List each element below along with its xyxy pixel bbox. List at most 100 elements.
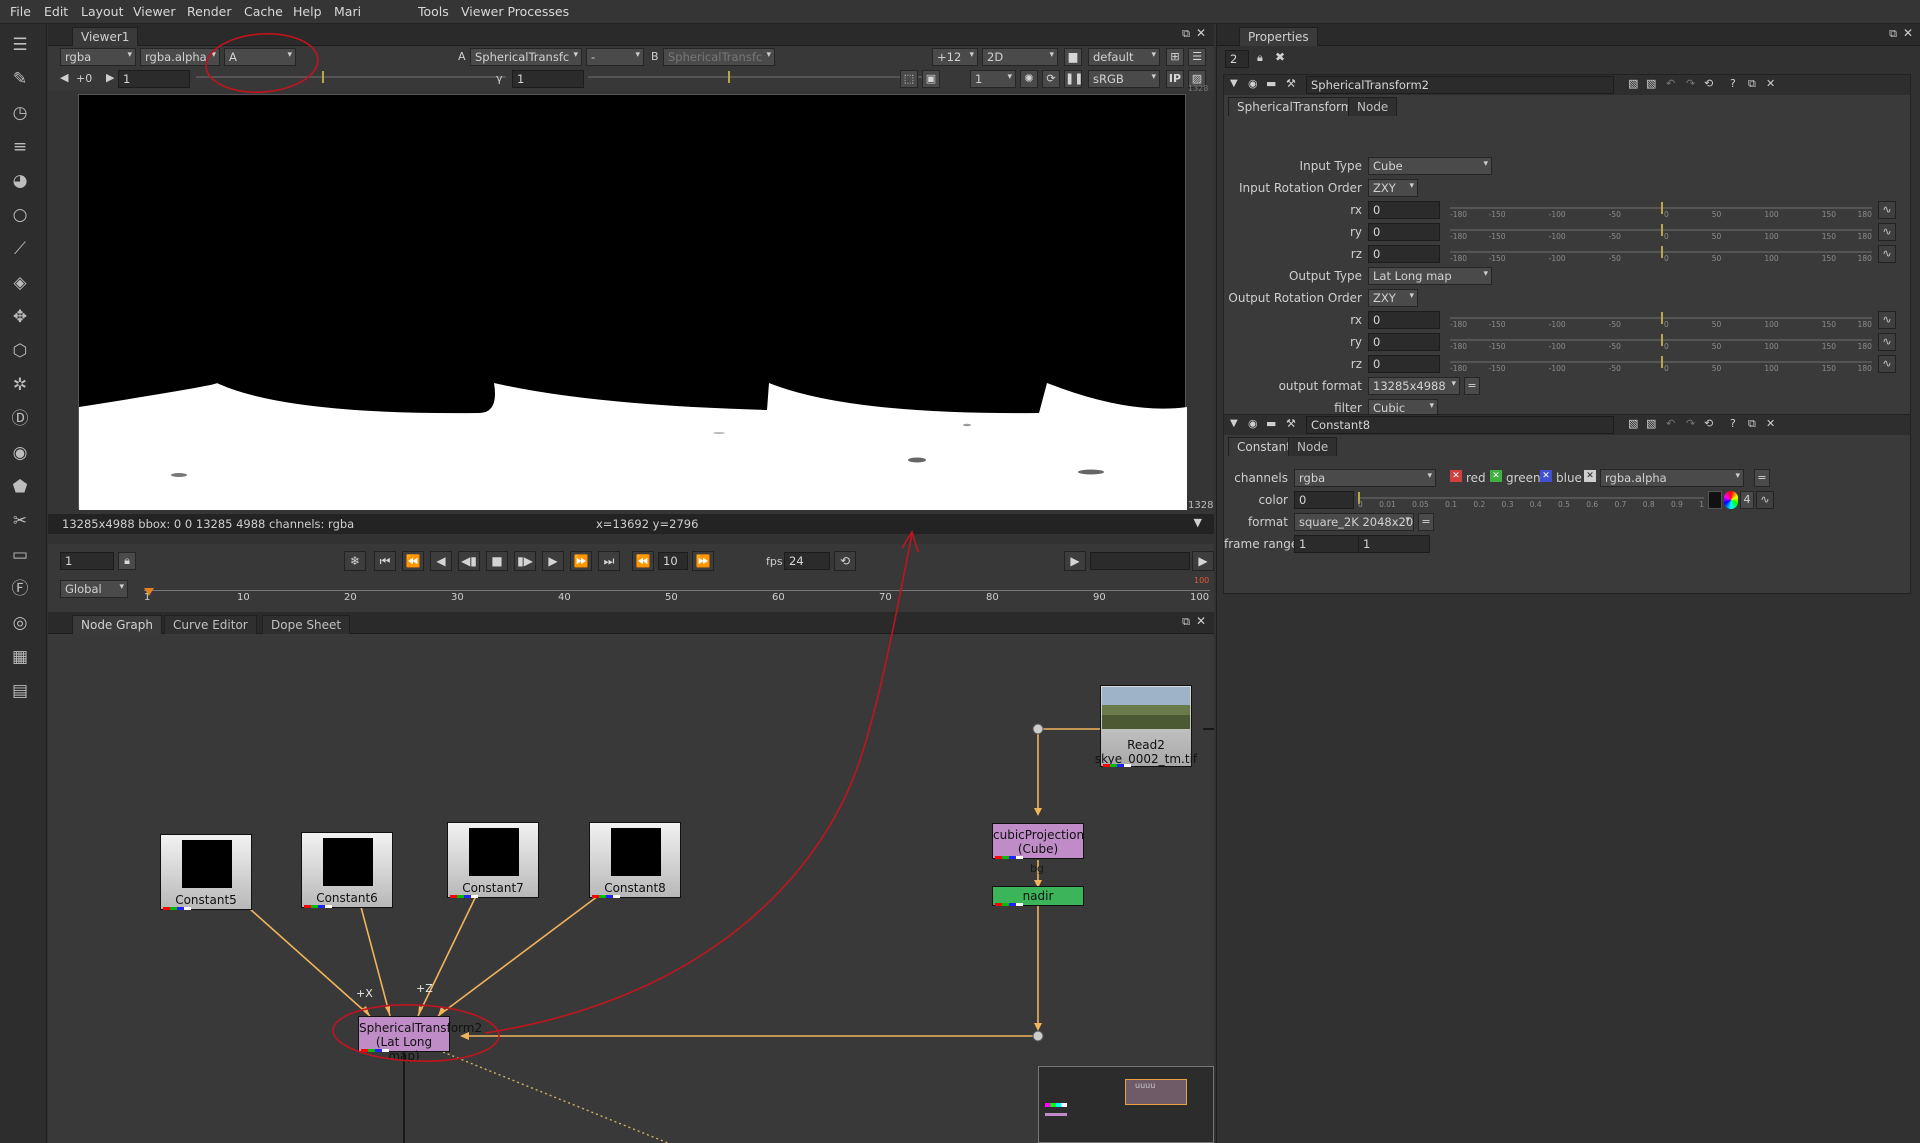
rx-field[interactable]: 0 xyxy=(1368,201,1440,219)
3d-tool-icon[interactable]: ⬡ xyxy=(9,340,31,362)
menu-file[interactable]: File xyxy=(10,4,31,19)
merge-tool-icon[interactable]: ◈ xyxy=(9,272,31,294)
tab-sphericaltransform[interactable]: SphericalTransform xyxy=(1228,97,1362,116)
close-icon[interactable]: ✕ xyxy=(1766,417,1775,430)
node-mask-icon[interactable]: ◉ xyxy=(1248,77,1258,90)
play-forward-icon[interactable]: ▶ xyxy=(542,551,564,571)
timeline-ruler[interactable]: 1 10 20 30 40 50 60 70 80 90 100 100 xyxy=(144,574,1210,604)
loop-icon[interactable]: ⟲ xyxy=(834,551,856,571)
menu-cache[interactable]: Cache xyxy=(244,4,283,19)
undo-icon[interactable]: ↶ xyxy=(1666,77,1675,90)
tab-node-graph[interactable]: Node Graph xyxy=(72,615,162,634)
node-nadir[interactable]: nadir xyxy=(992,886,1084,906)
animation-curve-icon[interactable]: ∿ xyxy=(1878,355,1896,373)
rz-field[interactable]: 0 xyxy=(1368,245,1440,263)
color-field[interactable]: 0 xyxy=(1294,491,1354,509)
output-rz-slider[interactable]: -180 -150 -100 -50 0 50 100 150 180 xyxy=(1450,355,1872,373)
particles-tool-icon[interactable]: ✲ xyxy=(9,374,31,396)
wrench-icon[interactable]: ⚒ xyxy=(1286,417,1296,430)
colorspace-dropdown[interactable]: sRGB xyxy=(1088,70,1160,88)
range-mode-dropdown[interactable]: Global xyxy=(60,580,128,598)
font-color-icon[interactable]: ▧ xyxy=(1646,417,1656,430)
viewer-image[interactable] xyxy=(78,94,1187,510)
first-frame-icon[interactable]: ⏮ xyxy=(374,551,396,571)
zoom-dropdown[interactable]: +12 xyxy=(932,48,978,66)
node-read2[interactable]: Read2 skye_0002_tm.tif xyxy=(1095,685,1197,767)
alpha-checkbox[interactable]: ✕ xyxy=(1584,470,1596,482)
float-icon[interactable]: ⧉ xyxy=(1182,615,1190,629)
gain-increment-icon[interactable]: ▶ xyxy=(106,71,114,84)
gain-slider[interactable] xyxy=(196,70,506,88)
tab-node[interactable]: Node xyxy=(1348,97,1398,116)
node-graph-navigator[interactable]: uuuu xyxy=(1038,1066,1214,1143)
camera-icon[interactable]: ▆ xyxy=(1064,48,1082,66)
tab-node[interactable]: Node xyxy=(1288,437,1338,456)
menu-viewer-processes[interactable]: Viewer Processes xyxy=(461,4,569,19)
other-tool-icon[interactable]: ▭ xyxy=(9,544,31,566)
play-backward-icon[interactable]: ◀ xyxy=(430,551,452,571)
stop-icon[interactable]: ■ xyxy=(486,551,508,571)
tab-dope-sheet[interactable]: Dope Sheet xyxy=(262,615,351,634)
input-type-dropdown[interactable]: Cube xyxy=(1368,157,1492,175)
step-forward-icon[interactable]: ▮▶ xyxy=(514,551,536,571)
deep-tool-icon[interactable]: Ⓓ xyxy=(9,408,31,430)
ry-field[interactable]: 0 xyxy=(1368,223,1440,241)
close-icon[interactable]: ✕ xyxy=(1766,77,1775,90)
rz-slider[interactable]: -180 -150 -100 -50 0 50 100 150 180 xyxy=(1450,245,1872,263)
ry-slider[interactable]: -180 -150 -100 -50 0 50 100 150 180 xyxy=(1450,223,1872,241)
toolsets-icon[interactable]: ✂ xyxy=(9,510,31,532)
last-frame-icon[interactable]: ⏭ xyxy=(598,551,620,571)
tab-curve-editor[interactable]: Curve Editor xyxy=(164,615,257,634)
gamma-field[interactable]: 1 xyxy=(512,70,584,88)
rx-slider[interactable]: -180 -150 -100 -50 0 50 100 150 180 xyxy=(1450,201,1872,219)
output-rx-field[interactable]: 0 xyxy=(1368,311,1440,329)
color-channel-count-button[interactable]: 4 xyxy=(1740,491,1754,509)
output-type-dropdown[interactable]: Lat Long map xyxy=(1368,267,1492,285)
gain-decrement-icon[interactable]: ◀ xyxy=(60,71,68,84)
next-keyframe-icon[interactable]: ⏩ xyxy=(570,551,592,571)
menu-viewer[interactable]: Viewer xyxy=(133,4,176,19)
alpha-channel-dropdown[interactable]: rgba.alpha xyxy=(1600,469,1744,487)
input-process-button[interactable]: IP xyxy=(1166,70,1184,88)
animation-curve-icon[interactable]: ∿ xyxy=(1878,311,1896,329)
plugins-tool-icon[interactable]: ▦ xyxy=(9,646,31,668)
keyer-tool-icon[interactable]: ⟋ xyxy=(9,238,31,260)
revert-icon[interactable]: ⟲ xyxy=(1704,77,1713,90)
color-tool-icon[interactable]: ◕ xyxy=(9,170,31,192)
format-dropdown[interactable]: square_2K 2048x2048 xyxy=(1294,513,1414,531)
float-icon[interactable]: ⧉ xyxy=(1748,77,1756,91)
red-checkbox[interactable]: ✕ xyxy=(1450,470,1462,482)
redo-icon[interactable]: ↷ xyxy=(1686,77,1695,90)
node-name-field[interactable]: Constant8 xyxy=(1306,416,1614,434)
revert-icon[interactable]: ⟲ xyxy=(1704,417,1713,430)
help-icon[interactable]: ? xyxy=(1730,417,1736,430)
collapse-icon[interactable]: ▼ xyxy=(1230,78,1238,89)
downrez-icon[interactable]: ▣ xyxy=(922,70,940,88)
close-icon[interactable]: ✕ xyxy=(1196,614,1206,628)
frame-range-end-field[interactable]: 1 xyxy=(1358,535,1430,553)
metadata-tool-icon[interactable]: ⬟ xyxy=(9,476,31,498)
center-node-icon[interactable]: ▬ xyxy=(1266,417,1276,430)
frame-range-start-field[interactable]: 1 xyxy=(1294,535,1366,553)
node-constant5[interactable]: Constant5 xyxy=(160,834,252,910)
output-ry-field[interactable]: 0 xyxy=(1368,333,1440,351)
fps-field[interactable]: 24 xyxy=(784,552,830,570)
node-constant6[interactable]: Constant6 xyxy=(301,832,393,908)
output-format-dropdown[interactable]: 13285x4988 xyxy=(1368,377,1460,395)
format-edit-button[interactable]: = xyxy=(1418,513,1434,531)
input-rotation-order-dropdown[interactable]: ZXY xyxy=(1368,179,1418,197)
channels-link-button[interactable]: = xyxy=(1754,469,1770,487)
float-icon[interactable]: ⧉ xyxy=(1889,27,1897,41)
channels-dropdown[interactable]: rgba xyxy=(60,48,136,66)
format-edit-button[interactable]: = xyxy=(1464,377,1480,395)
furnace-tool-icon[interactable]: Ⓕ xyxy=(9,578,31,600)
proxy-dropdown[interactable]: 1 xyxy=(970,70,1016,88)
ab-operation-dropdown[interactable]: - xyxy=(586,48,644,66)
step-back-icon[interactable]: ◀▮ xyxy=(458,551,480,571)
filter-tool-icon[interactable]: ○ xyxy=(9,204,31,226)
gamma-slider[interactable] xyxy=(588,70,928,88)
animation-curve-icon[interactable]: ∿ xyxy=(1878,333,1896,351)
close-icon[interactable]: ✕ xyxy=(1903,26,1913,40)
tab-viewer1[interactable]: Viewer1 xyxy=(72,27,139,46)
frame-step-field[interactable]: 10 xyxy=(658,552,688,570)
